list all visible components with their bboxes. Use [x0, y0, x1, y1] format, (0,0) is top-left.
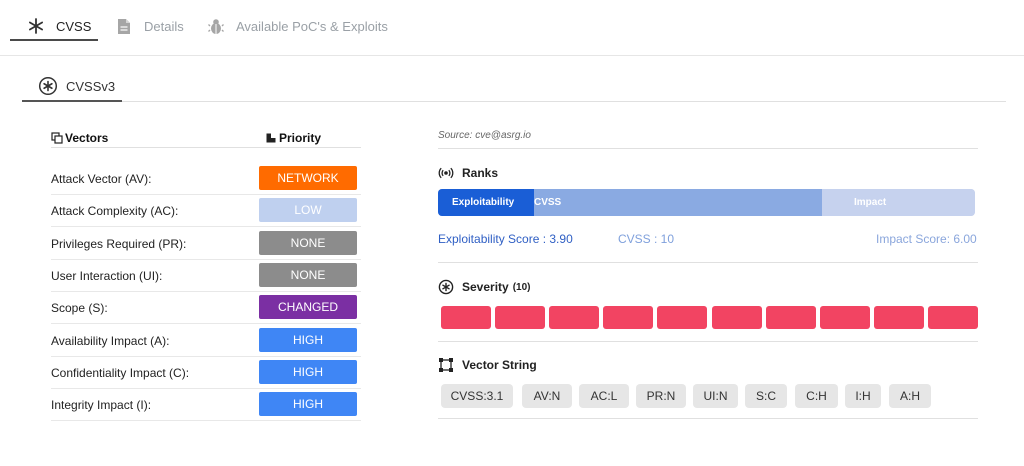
exploitability-segment-label: Exploitability [452, 197, 515, 208]
vector-string-title-label: Vector String [462, 358, 537, 372]
priority-header-label: Priority [279, 131, 322, 145]
vector-label: User Interaction (UI): [51, 268, 163, 283]
priority-badge: HIGH [259, 359, 357, 384]
vector-label: Confidentiality Impact (C): [51, 365, 190, 380]
cvss-score: CVSS : 10 [618, 232, 675, 246]
table-row: User Interaction (UI): NONE [51, 260, 361, 292]
severity-box [495, 306, 546, 329]
tab-cvss-label: CVSS [56, 18, 92, 34]
asterisk-icon [26, 16, 46, 36]
vectors-header: Vectors [51, 131, 108, 145]
severity-count: (10) [512, 281, 531, 293]
table-row: Attack Vector (AV): NETWORK [51, 163, 361, 195]
divider [438, 341, 978, 342]
vector-string-title: Vector String [438, 357, 537, 373]
vector-chip: AC:L [579, 384, 629, 408]
source-text: Source: cve@asrg.io [438, 130, 531, 141]
tab-details-label: Details [144, 18, 184, 34]
priority-badge: HIGH [259, 327, 357, 352]
vector-chip: CVSS:3.1 [441, 384, 513, 408]
tab-poc-exploits[interactable]: Available PoC's & Exploits [206, 12, 388, 40]
severity-box [873, 306, 924, 329]
exploitability-score: Exploitability Score : 3.90 [438, 232, 573, 246]
severity-box [711, 306, 762, 329]
table-row: Attack Complexity (AC): LOW [51, 195, 361, 228]
ranks-title-label: Ranks [462, 166, 499, 180]
table-row: Scope (S): CHANGED [51, 292, 361, 325]
severity-title: Severity (10) [438, 279, 531, 295]
severity-box [441, 306, 491, 329]
tab-cvssv3[interactable]: CVSSv3 [38, 76, 115, 96]
circled-asterisk-icon [438, 279, 454, 295]
cvss-segment-label: CVSS [534, 197, 562, 208]
priority-badge: NETWORK [259, 166, 357, 190]
active-tab-indicator [10, 39, 98, 41]
impact-score: Impact Score: 6.00 [876, 232, 977, 246]
ranks-bar: Impact CVSS Exploitability [438, 189, 975, 216]
vector-chip: A:H [889, 384, 931, 408]
vector-chip: UI:N [693, 384, 738, 408]
impact-segment: Impact [802, 189, 975, 216]
vector-label: Privileges Required (PR): [51, 236, 187, 251]
severity-box [549, 306, 600, 329]
table-row: Integrity Impact (I): HIGH [51, 389, 361, 422]
severity-box [927, 306, 978, 329]
active-subtab-indicator [22, 100, 122, 102]
priority-badge: NONE [259, 230, 357, 255]
table-row: Privileges Required (PR): NONE [51, 228, 361, 260]
severity-box [765, 306, 816, 329]
circled-asterisk-icon [38, 76, 58, 96]
vector-label: Integrity Impact (I): [51, 398, 152, 413]
tab-cvssv3-label: CVSSv3 [66, 78, 116, 94]
broadcast-icon [438, 165, 454, 181]
vector-label: Attack Vector (AV): [51, 172, 152, 186]
severity-box [657, 306, 708, 329]
sub-tab-bar: CVSSv3 [22, 72, 1006, 102]
vector-chip: AV:N [522, 384, 572, 408]
vector-label: Availability Impact (A): [51, 333, 170, 348]
severity-title-label: Severity [462, 280, 509, 294]
tab-poc-exploits-label: Available PoC's & Exploits [236, 18, 388, 34]
severity-box [819, 306, 870, 329]
copy-icon [51, 132, 63, 144]
severity-box [603, 306, 654, 329]
vector-label: Scope (S): [51, 301, 108, 316]
divider [438, 262, 978, 263]
bug-icon [206, 16, 226, 36]
priority-icon [265, 132, 277, 144]
priority-badge: CHANGED [259, 295, 357, 320]
vector-chip: I:H [845, 384, 881, 408]
priority-badge: LOW [259, 198, 357, 223]
divider [438, 148, 978, 149]
impact-segment-label: Impact [854, 197, 887, 208]
table-row: Availability Impact (A): HIGH [51, 325, 361, 357]
cvss-segment: CVSS [520, 189, 822, 216]
tab-details[interactable]: Details [114, 12, 184, 40]
priority-badge: NONE [259, 262, 357, 287]
vector-label: Attack Complexity (AC): [51, 204, 179, 219]
divider [438, 418, 978, 419]
vector-chip: S:C [745, 384, 787, 408]
vector-nodes-icon [438, 357, 454, 373]
vectors-header-label: Vectors [65, 131, 109, 145]
document-icon [114, 16, 134, 36]
vectors-table-header: Vectors Priority [51, 126, 361, 148]
exploitability-segment: Exploitability [438, 189, 534, 216]
top-tab-bar: CVSS Details Available PoC's & Exploits [0, 0, 1024, 56]
vector-chip: C:H [795, 384, 838, 408]
tab-cvss[interactable]: CVSS [26, 12, 91, 40]
ranks-title: Ranks [438, 165, 498, 181]
table-row: Confidentiality Impact (C): HIGH [51, 357, 361, 389]
vector-chip: PR:N [636, 384, 686, 408]
priority-badge: HIGH [259, 392, 357, 417]
priority-header: Priority [265, 131, 321, 145]
